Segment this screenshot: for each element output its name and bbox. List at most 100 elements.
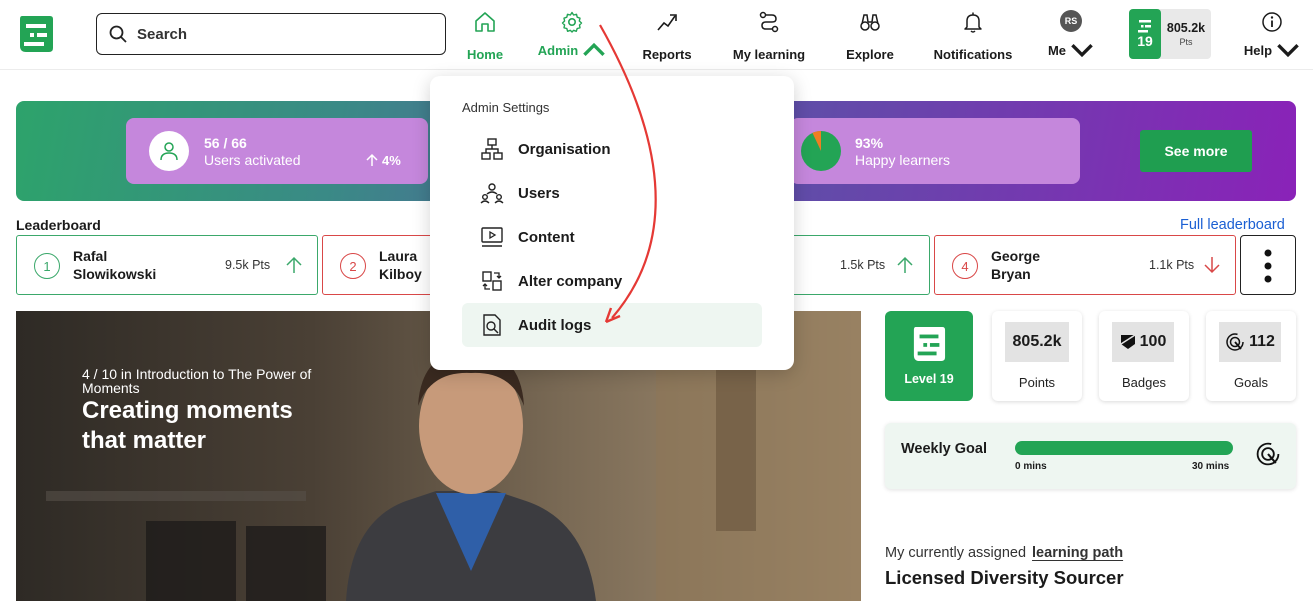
rank-badge: 1: [34, 253, 60, 279]
arrow-up-icon: [286, 256, 302, 273]
users-activated-label: Users activated: [204, 152, 301, 168]
nav-help[interactable]: Help: [1243, 10, 1299, 62]
path-icon: [759, 11, 779, 33]
users-activated-card: 56 / 66 Users activated 4%: [126, 118, 428, 184]
organisation-icon: [481, 138, 503, 160]
leader-name: Rafal Slowikowski: [73, 248, 157, 282]
leaderboard-card[interactable]: 1 Rafal Slowikowski 9.5k Pts: [16, 235, 318, 295]
learning-path-link[interactable]: learning path: [1032, 545, 1123, 561]
home-icon: [475, 12, 495, 32]
menu-item-organisation[interactable]: Organisation: [462, 127, 762, 171]
weekly-goal-progress-bar: [1015, 441, 1233, 455]
gear-icon: [561, 11, 583, 33]
points-stat-label: Points: [1018, 375, 1056, 390]
goals-box: 112: [1219, 322, 1281, 362]
weekly-goal-title: Weekly Goal: [901, 441, 987, 457]
happy-learners-value: 93%: [855, 135, 884, 151]
search-box[interactable]: [96, 13, 446, 55]
target-icon: [1256, 442, 1280, 466]
points-stat-value: 805.2k: [1012, 333, 1062, 350]
users-icon: [480, 183, 504, 204]
menu-item-label: Alter company: [518, 272, 623, 290]
nav-reports[interactable]: Reports: [640, 10, 694, 62]
menu-item-label: Content: [518, 228, 575, 246]
weekly-goal-max: 30 mins: [1192, 461, 1230, 472]
chevron-down-icon: [1071, 44, 1093, 58]
happy-learners-pie: [801, 131, 841, 171]
goals-stat-label: Goals: [1234, 375, 1268, 390]
search-input[interactable]: [137, 25, 427, 43]
nav-explore-label: Explore: [846, 47, 894, 62]
users-activated-change: 4%: [382, 153, 401, 168]
nav-admin[interactable]: Admin: [538, 10, 606, 62]
nav-explore[interactable]: Explore: [843, 10, 897, 62]
content-icon: [481, 227, 503, 247]
leaderboard-card[interactable]: 4 George Bryan 1.1k Pts: [934, 235, 1236, 295]
chevron-down-icon: [1277, 44, 1299, 58]
assigned-prefix: My currently assigned: [885, 545, 1027, 561]
points-card[interactable]: 805.2k Points: [992, 311, 1082, 401]
app-logo-icon: [913, 327, 946, 361]
admin-settings-dropdown: Admin Settings Organisation Users Conten…: [430, 76, 794, 370]
app-logo[interactable]: [18, 14, 54, 54]
full-leaderboard-link[interactable]: Full leaderboard: [1180, 217, 1285, 233]
target-icon: [1226, 333, 1244, 351]
video-progress-subtitle: 4 / 10 in Introduction to The Power of M…: [82, 366, 312, 396]
arrow-up-icon: [897, 256, 913, 273]
nav-notifications[interactable]: Notifications: [930, 10, 1016, 62]
arrow-up-icon: [366, 153, 378, 166]
rank-badge: 4: [952, 253, 978, 279]
nav-my-learning[interactable]: My learning: [730, 10, 808, 62]
points-widget[interactable]: 19 805.2k Pts: [1129, 9, 1211, 59]
goals-card[interactable]: 112 Goals: [1206, 311, 1296, 401]
level-badge: 19: [1129, 9, 1161, 59]
chevron-up-icon: [583, 42, 606, 56]
points-value: 805.2k: [1166, 21, 1206, 35]
nav-reports-label: Reports: [642, 47, 692, 62]
leaderboard-card[interactable]: 2 Laura Kilboy: [322, 235, 442, 295]
menu-item-audit-logs[interactable]: Audit logs: [462, 303, 762, 347]
weekly-goal-card[interactable]: Weekly Goal 0 mins 30 mins: [885, 423, 1296, 489]
badge-icon: [1120, 334, 1136, 349]
audit-logs-icon: [483, 314, 501, 336]
nav-me[interactable]: RS Me: [1047, 10, 1093, 62]
level-card[interactable]: Level 19: [885, 311, 973, 401]
trend-icon: [657, 14, 677, 31]
level-number: 19: [1137, 33, 1153, 49]
info-icon: [1262, 12, 1282, 32]
users-activated-value: 56 / 66: [204, 135, 247, 151]
nav-admin-label: Admin: [537, 42, 579, 58]
leaderboard-card[interactable]: 1.5k Pts: [780, 235, 930, 295]
search-icon: [109, 25, 127, 43]
user-icon: [149, 131, 189, 171]
more-options-button[interactable]: [1240, 235, 1296, 295]
points-box: 805.2k: [1005, 322, 1069, 362]
menu-item-content[interactable]: Content: [462, 215, 762, 259]
leader-points: 1.1k Pts: [1149, 258, 1195, 272]
top-navigation-bar: Home Admin Reports My learning Explore N…: [0, 0, 1313, 70]
menu-item-label: Users: [518, 184, 560, 202]
binoculars-icon: [860, 14, 880, 31]
menu-item-label: Organisation: [518, 140, 611, 158]
menu-item-label: Audit logs: [518, 316, 592, 334]
menu-item-users[interactable]: Users: [462, 171, 762, 215]
happy-learners-label: Happy learners: [855, 152, 950, 168]
assigned-course-name[interactable]: Licensed Diversity Sourcer: [885, 567, 1124, 589]
happy-learners-card: 93% Happy learners: [790, 118, 1080, 184]
goals-stat-value: 112: [1249, 333, 1275, 350]
nav-me-label: Me: [1047, 42, 1067, 58]
video-title: Creating moments that matter: [82, 397, 293, 454]
leader-name: Laura Kilboy: [379, 248, 422, 282]
logo-mini-icon: [1138, 20, 1151, 33]
see-more-button[interactable]: See more: [1140, 130, 1252, 172]
assigned-path-heading: My currently assigned learning path: [885, 545, 1123, 561]
nav-home[interactable]: Home: [462, 10, 508, 62]
rank-badge: 2: [340, 253, 366, 279]
nav-my-learning-label: My learning: [732, 47, 806, 62]
leader-points: 9.5k Pts: [225, 258, 271, 272]
menu-item-alter-company[interactable]: Alter company: [462, 259, 762, 303]
nav-home-label: Home: [466, 47, 504, 62]
nav-help-label: Help: [1243, 42, 1273, 58]
nav-notifications-label: Notifications: [933, 47, 1013, 62]
badges-card[interactable]: 100 Badges: [1099, 311, 1189, 401]
